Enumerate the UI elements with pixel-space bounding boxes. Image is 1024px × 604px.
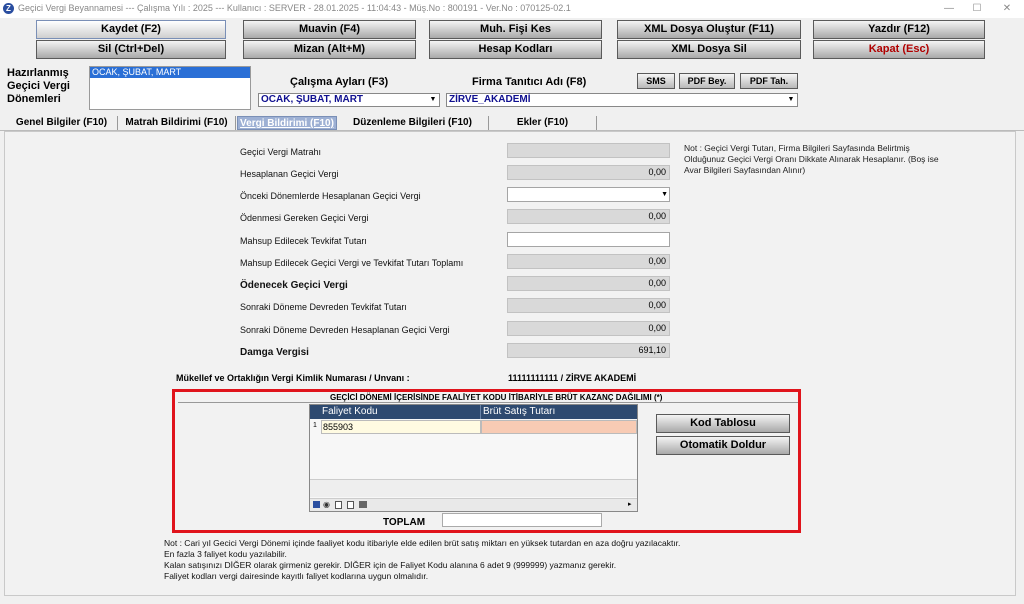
sms-button[interactable]: SMS [637, 73, 675, 89]
sil-button[interactable]: Sil (Ctrl+Del) [36, 40, 226, 59]
mahsup-toplam-field: 0,00 [507, 254, 670, 269]
hesap-kodlari-button[interactable]: Hesap Kodları [429, 40, 602, 59]
row-label: Ödenecek Geçici Vergi [240, 280, 348, 291]
row-index: 1 [313, 422, 317, 429]
gecici-vergi-matrahi-field [507, 143, 670, 158]
divider [480, 405, 481, 419]
row-label: Geçici Vergi Matrahı [240, 147, 322, 157]
eye-icon[interactable]: ◉ [323, 500, 330, 510]
mukellef-label: Mükellef ve Ortaklığın Vergi Kimlik Numa… [176, 373, 410, 383]
xml-sil-button[interactable]: XML Dosya Sil [617, 40, 801, 59]
firma-label: Firma Tanıtıcı Adı (F8) [472, 76, 587, 88]
table-row[interactable]: 1 855903 [310, 420, 637, 434]
xml-olustur-button[interactable]: XML Dosya Oluştur (F11) [617, 20, 801, 39]
title-bar: Z Geçici Vergi Beyannamesi --- Çalışma Y… [0, 0, 1024, 18]
mizan-button[interactable]: Mizan (Alt+M) [243, 40, 416, 59]
chevron-down-icon[interactable]: ▼ [785, 94, 797, 106]
mukellef-value: 11111111111 / ZİRVE AKADEMİ [508, 373, 637, 383]
toplam-field [442, 513, 602, 527]
donem-list[interactable]: OCAK, ŞUBAT, MART [89, 66, 251, 110]
hazirlanmis-label: Hazırlanmış Geçici Vergi Dönemleri [7, 67, 70, 105]
chevron-down-icon[interactable]: ▼ [661, 188, 668, 201]
brut-satis-cell[interactable] [481, 420, 637, 434]
row-label: Ödenmesi Gereken Geçici Vergi [240, 213, 369, 223]
tab-matrah-bildirimi[interactable]: Matrah Bildirimi (F10) [118, 116, 236, 130]
tab-ekler[interactable]: Ekler (F10) [489, 116, 597, 130]
hesaplama-note: Not : Geçici Vergi Tutarı, Firma Bilgile… [684, 143, 939, 175]
list-item[interactable]: OCAK, ŞUBAT, MART [90, 67, 250, 78]
hesaplanan-gecici-vergi-field: 0,00 [507, 165, 670, 180]
window-title: Geçici Vergi Beyannamesi --- Çalışma Yıl… [18, 3, 571, 13]
divider [178, 402, 798, 403]
scroll-right-icon[interactable]: ▸ [628, 500, 632, 510]
faaliyet-grid[interactable]: Faliyet Kodu Brüt Satış Tutarı 1 855903 … [309, 404, 638, 512]
firma-select[interactable]: ZİRVE_AKADEMİ ▼ [446, 93, 798, 107]
otomatik-doldur-button[interactable]: Otomatik Doldur [656, 436, 790, 455]
minimize-icon[interactable]: — [942, 2, 956, 16]
footer-notes: Not : Cari yıl Gecici Vergi Dönemi içind… [164, 538, 681, 581]
pdf-tah-button[interactable]: PDF Tah. [740, 73, 798, 89]
calisma-aylari-label: Çalışma Ayları (F3) [290, 76, 389, 88]
row-label: Sonraki Döneme Devreden Tevkifat Tutarı [240, 302, 407, 312]
yazdir-button[interactable]: Yazdır (F12) [813, 20, 985, 39]
close-icon[interactable]: ✕ [1000, 2, 1014, 16]
pdf-bey-button[interactable]: PDF Bey. [679, 73, 735, 89]
sonraki-tevkifat-field: 0,00 [507, 298, 670, 313]
faliyet-kodu-cell[interactable]: 855903 [321, 420, 481, 434]
print-icon[interactable] [359, 501, 367, 508]
row-label: Damga Vergisi [240, 347, 309, 358]
damga-vergisi-field: 691,10 [507, 343, 670, 358]
muh-fisi-button[interactable]: Muh. Fişi Kes [429, 20, 602, 39]
odenmesi-gereken-field: 0,00 [507, 209, 670, 224]
kapat-button[interactable]: Kapat (Esc) [813, 40, 985, 59]
row-label: Sonraki Döneme Devreden Hesaplanan Geçic… [240, 325, 450, 335]
mahsup-tevkifat-input[interactable] [507, 232, 670, 247]
save-icon[interactable] [313, 501, 320, 508]
col-brut-satis: Brüt Satış Tutarı [483, 406, 556, 417]
app-icon: Z [3, 3, 14, 14]
row-label: Mahsup Edilecek Tevkifat Tutarı [240, 236, 367, 246]
tab-vergi-bildirimi[interactable]: Vergi Bildirimi (F10) [237, 116, 337, 130]
row-label: Hesaplanan Geçici Vergi [240, 169, 339, 179]
table-icon[interactable] [347, 501, 354, 509]
document-icon[interactable] [335, 501, 342, 509]
kaydet-button[interactable]: Kaydet (F2) [36, 20, 226, 39]
onceki-donem-select[interactable]: ▼ [507, 187, 670, 202]
sonraki-hesaplanan-field: 0,00 [507, 321, 670, 336]
chevron-down-icon[interactable]: ▼ [427, 94, 439, 106]
row-label: Mahsup Edilecek Geçici Vergi ve Tevkifat… [240, 258, 464, 268]
col-faliyet-kodu: Faliyet Kodu [322, 406, 378, 417]
calisma-aylari-select[interactable]: OCAK, ŞUBAT, MART ▼ [258, 93, 440, 107]
toplam-label: TOPLAM [383, 517, 426, 528]
tab-duzenleme-bilgileri[interactable]: Düzenleme Bilgileri (F10) [337, 116, 489, 130]
grid-nav-bar: ◉ ▸ [310, 498, 637, 511]
kod-tablosu-button[interactable]: Kod Tablosu [656, 414, 790, 433]
row-label: Önceki Dönemlerde Hesaplanan Geçici Verg… [240, 191, 421, 201]
maximize-icon[interactable]: ☐ [970, 2, 984, 16]
faaliyet-title: GEÇİCİ DÖNEMİ İÇERİSİNDE FAALİYET KODU İ… [330, 393, 663, 402]
muavin-button[interactable]: Muavin (F4) [243, 20, 416, 39]
odenecek-gecici-vergi-field: 0,00 [507, 276, 670, 291]
grid-footer [310, 479, 637, 497]
tab-genel-bilgiler[interactable]: Genel Bilgiler (F10) [6, 116, 118, 130]
